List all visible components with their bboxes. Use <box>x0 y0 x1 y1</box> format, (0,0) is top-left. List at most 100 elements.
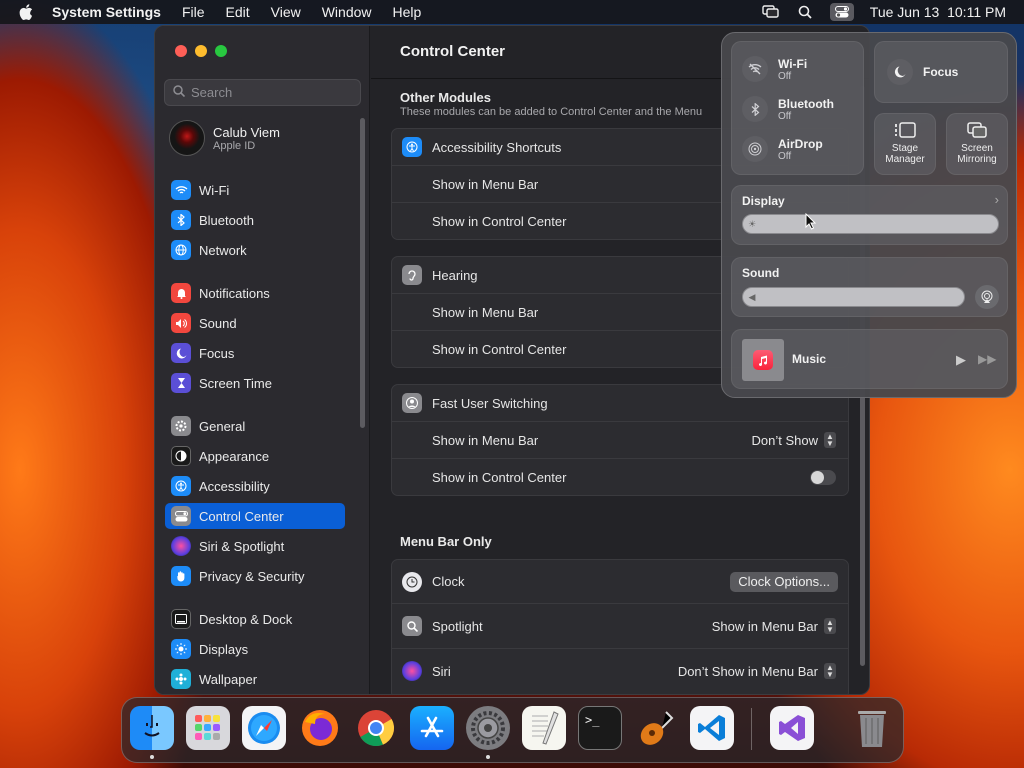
dock-launchpad[interactable] <box>186 706 230 750</box>
sidebar-item-privacy-security[interactable]: Privacy & Security <box>165 563 345 589</box>
row-label: Show in Control Center <box>432 213 567 229</box>
gear-icon <box>471 711 505 745</box>
sidebar-item-network[interactable]: Network <box>165 237 345 263</box>
accessibility-shortcuts-title: Accessibility Shortcuts <box>432 139 562 155</box>
menu-help[interactable]: Help <box>393 4 422 20</box>
screen-mirroring-icon <box>947 122 1007 143</box>
bluetooth-title: Bluetooth <box>778 96 834 111</box>
siri-popup[interactable]: Don’t Show in Menu Bar ▲ ▼ <box>678 663 836 679</box>
stage-manager-tile[interactable]: Stage Manager <box>874 113 936 175</box>
menu-file[interactable]: File <box>182 4 205 20</box>
zoom-button[interactable] <box>215 45 227 57</box>
clock-title: Clock <box>432 574 465 589</box>
sidebar-item-general[interactable]: General <box>165 413 345 439</box>
gear-icon <box>171 416 191 436</box>
minimize-button[interactable] <box>195 45 207 57</box>
menu-view[interactable]: View <box>271 4 301 20</box>
sidebar-item-accessibility[interactable]: Accessibility <box>165 473 345 499</box>
dock-vscode[interactable] <box>690 706 734 750</box>
control-center-icon[interactable] <box>829 3 854 21</box>
row-label: Show in Menu Bar <box>432 176 539 192</box>
sidebar-item-wifi[interactable]: Wi-Fi <box>165 177 345 203</box>
screen-mirroring-tile[interactable]: Screen Mirroring <box>946 113 1008 175</box>
dock-trash[interactable] <box>850 706 894 750</box>
sidebar-item-label: Wi-Fi <box>199 182 230 198</box>
sidebar-item-bluetooth[interactable]: Bluetooth <box>165 207 345 233</box>
menu-clock[interactable]: Tue Jun 13 10:11 PM <box>870 4 1006 20</box>
sidebar-item-label: Network <box>199 242 247 258</box>
music-icon <box>753 350 773 370</box>
sidebar-item-siri-spotlight[interactable]: Siri & Spotlight <box>165 533 345 559</box>
fus-show-in-menu-bar-row: Show in Menu Bar Don’t Show ▲ ▼ <box>392 421 848 458</box>
avatar <box>169 120 205 156</box>
wifi-off-icon <box>742 56 768 82</box>
clock-options-button[interactable]: Clock Options... <box>730 571 838 592</box>
wallpaper-icon <box>171 669 191 689</box>
bluetooth-toggle[interactable]: Bluetooth Off <box>742 96 834 122</box>
dock-textedit[interactable] <box>522 706 566 750</box>
sidebar-item-sound[interactable]: Sound <box>165 310 345 336</box>
dock-visual-studio[interactable] <box>770 706 814 750</box>
firefox-icon <box>302 710 338 746</box>
sidebar-item-desktop-dock[interactable]: Desktop & Dock <box>165 606 345 632</box>
spotlight-popup[interactable]: Show in Menu Bar ▲ ▼ <box>712 618 836 634</box>
sidebar-item-control-center[interactable]: Control Center <box>165 503 345 529</box>
dock-app-store[interactable] <box>410 706 454 750</box>
music-title: Music <box>792 352 827 366</box>
finder-running-dot <box>150 755 154 759</box>
sidebar-item-screen-time[interactable]: Screen Time <box>165 370 345 396</box>
dock-terminal[interactable]: >_ <box>578 706 622 750</box>
airplay-audio-icon[interactable] <box>975 285 999 309</box>
menu-app-name[interactable]: System Settings <box>52 4 161 20</box>
mouse-cursor-icon <box>805 212 817 235</box>
stage-manager-icon <box>875 122 935 143</box>
search-field[interactable]: Search <box>164 79 361 106</box>
fus-menu-bar-popup[interactable]: Don’t Show ▲ ▼ <box>752 432 836 448</box>
row-label: Show in Menu Bar <box>432 304 539 320</box>
other-modules-title: Other Modules <box>400 90 492 105</box>
user-icon <box>402 393 422 413</box>
play-icon[interactable]: ▶ <box>956 352 966 368</box>
popup-value: Show in Menu Bar <box>711 618 818 634</box>
fast-forward-icon[interactable]: ▶▶ <box>978 352 996 366</box>
wifi-toggle[interactable]: Wi-Fi Off <box>742 56 807 82</box>
dock-chrome[interactable] <box>354 706 398 750</box>
sidebar-scrollbar[interactable] <box>360 118 365 428</box>
spotlight-title: Spotlight <box>432 618 483 634</box>
sidebar-item-appearance[interactable]: Appearance <box>165 443 345 469</box>
fus-control-center-toggle[interactable] <box>810 469 836 485</box>
display-brightness-slider[interactable]: ☀ <box>742 214 999 234</box>
menu-edit[interactable]: Edit <box>226 4 250 20</box>
sidebar-item-label: Bluetooth <box>199 212 254 228</box>
app-store-icon <box>420 716 444 738</box>
dock-safari[interactable] <box>242 706 286 750</box>
sound-title: Sound <box>742 266 780 280</box>
sidebar-item-label: Screen Time <box>199 375 272 391</box>
airdrop-toggle[interactable]: AirDrop Off <box>742 136 823 162</box>
sidebar-item-displays[interactable]: Displays <box>165 636 345 662</box>
apple-menu-icon[interactable] <box>0 4 52 20</box>
screen-mirroring-label: Screen Mirroring <box>957 143 997 165</box>
sidebar-item-label: Wallpaper <box>199 671 258 687</box>
menu-window[interactable]: Window <box>322 4 372 20</box>
dock-firefox[interactable] <box>298 706 342 750</box>
menu-bar-only-title: Menu Bar Only <box>400 534 492 549</box>
sidebar-item-focus[interactable]: Focus <box>165 340 345 366</box>
volume-slider[interactable]: ◀ <box>742 287 965 307</box>
sidebar-item-notifications[interactable]: Notifications <box>165 280 345 306</box>
spotlight-search-icon[interactable] <box>796 4 814 20</box>
chevron-updown-icon: ▲ ▼ <box>824 618 836 634</box>
toggle-switch[interactable] <box>810 469 836 485</box>
focus-tile[interactable]: Focus <box>874 41 1008 103</box>
close-button[interactable] <box>175 45 187 57</box>
accessibility-icon <box>171 476 191 496</box>
menu-bar: System Settings File Edit View Window He… <box>0 0 1024 24</box>
sidebar-item-wallpaper[interactable]: Wallpaper <box>165 666 345 692</box>
dock-finder[interactable] <box>130 706 174 750</box>
dock-garageband[interactable] <box>634 706 678 750</box>
chevron-right-icon[interactable]: › <box>995 192 999 207</box>
apple-id-profile[interactable]: Calub Viem Apple ID <box>169 120 280 156</box>
screen-mirroring-icon[interactable] <box>762 4 780 20</box>
sidebar-item-label: Accessibility <box>199 478 270 494</box>
dock-system-settings[interactable] <box>466 706 510 750</box>
